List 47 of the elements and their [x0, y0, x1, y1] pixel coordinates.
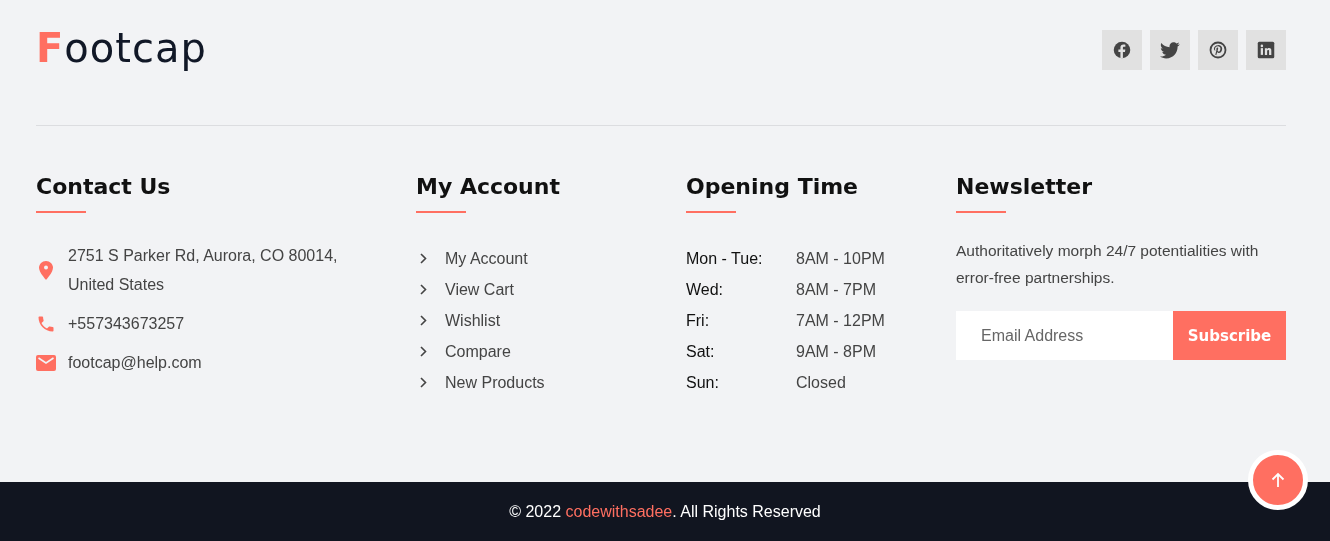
- hours-text: 7AM - 12PM: [796, 311, 885, 330]
- footer-link[interactable]: Compare: [445, 337, 511, 366]
- author-link[interactable]: codewithsadee: [565, 502, 673, 520]
- linkedin-icon: [1257, 41, 1275, 59]
- social-button[interactable]: [1102, 30, 1142, 70]
- pinterest-icon: [1209, 41, 1227, 59]
- day-label: Sat:: [686, 342, 716, 361]
- chevron-right-icon: [420, 377, 427, 388]
- hours-text: 8AM - 10PM: [796, 249, 885, 268]
- footer-link[interactable]: New Products: [445, 368, 545, 397]
- chevron-right-icon: [420, 284, 427, 295]
- social-button[interactable]: [1246, 30, 1286, 70]
- day-label: Wed:: [686, 280, 725, 299]
- column-heading: My Account: [416, 173, 561, 201]
- column-heading: Contact Us: [36, 173, 172, 201]
- contact-text: United States: [68, 275, 166, 295]
- heading-underline: [956, 211, 1006, 213]
- hours-text: 9AM - 8PM: [796, 342, 876, 361]
- day-label: Fri:: [686, 311, 711, 330]
- heading-underline: [686, 211, 736, 213]
- hours-text: 8AM - 7PM: [796, 280, 876, 299]
- footer-link[interactable]: View Cart: [445, 275, 515, 304]
- social-button[interactable]: [1198, 30, 1238, 70]
- chevron-right-icon: [420, 253, 427, 264]
- arrow-up-icon: [1271, 472, 1285, 488]
- bird-icon: [1160, 41, 1180, 59]
- copyright-text: © 2022 codewithsadee. All Rights Reserved: [509, 502, 821, 521]
- hours-text: Closed: [796, 373, 846, 392]
- facebook-icon: [1113, 41, 1131, 59]
- contact-text: 2751 S Parker Rd, Aurora, CO 80014,: [68, 246, 338, 266]
- email-field[interactable]: Email Address: [956, 311, 1173, 360]
- social-button[interactable]: [1150, 30, 1190, 70]
- footer-link[interactable]: Wishlist: [445, 306, 501, 335]
- location-pin-icon: [36, 260, 56, 280]
- day-label: Mon - Tue:: [686, 249, 764, 268]
- column-heading: Opening Time: [686, 173, 860, 201]
- contact-text: footcap@help.com: [68, 353, 202, 373]
- footer-link[interactable]: My Account: [445, 244, 528, 273]
- heading-underline: [416, 211, 466, 213]
- newsletter-text: Authoritatively morph 24/7 potentialities with error-free partnerships.: [956, 241, 1260, 288]
- chevron-right-icon: [420, 346, 427, 357]
- heading-underline: [36, 211, 86, 213]
- day-label: Sun:: [686, 373, 720, 392]
- contact-text: +557343673257: [68, 314, 185, 334]
- column-heading: Newsletter: [956, 173, 1094, 201]
- chevron-right-icon: [420, 315, 427, 326]
- mail-icon: [36, 354, 56, 371]
